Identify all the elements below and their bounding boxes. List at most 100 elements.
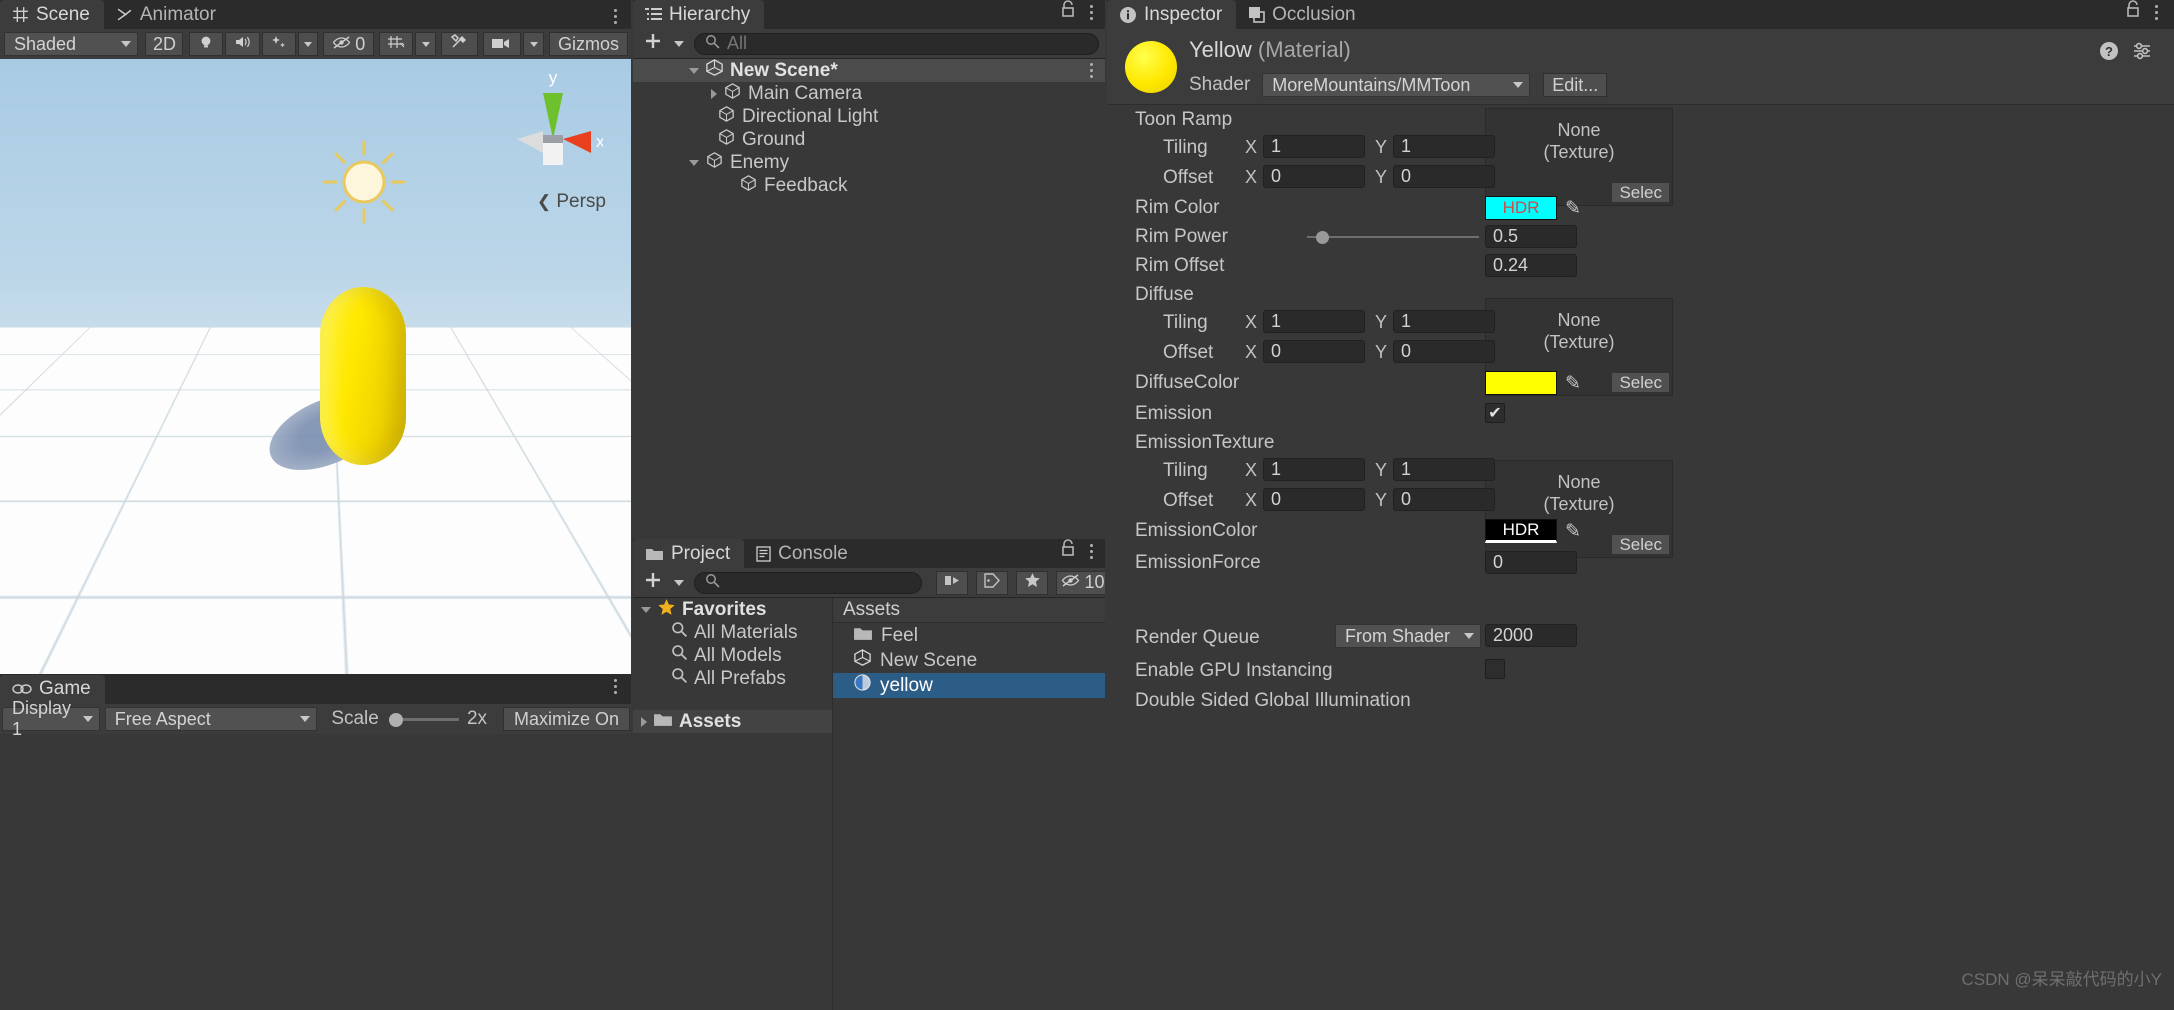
tab-project[interactable]: Project — [633, 539, 745, 568]
shader-edit-button[interactable]: Edit... — [1543, 73, 1608, 97]
emission-tiling-y[interactable]: 1 — [1393, 458, 1495, 481]
project-search-input[interactable] — [694, 571, 922, 594]
lock-icon[interactable] — [1060, 539, 1076, 563]
tab-occlusion[interactable]: Occlusion — [1236, 0, 1370, 29]
rim-power-slider-knob[interactable] — [1316, 231, 1329, 244]
emission-checkbox[interactable]: ✔ — [1485, 403, 1505, 423]
filter-label-button[interactable] — [976, 570, 1008, 595]
tab-hierarchy[interactable]: Hierarchy — [633, 0, 765, 29]
render-queue-mode-dropdown[interactable]: From Shader — [1335, 624, 1481, 648]
project-tree-assets[interactable]: Assets — [633, 710, 832, 733]
scene-orientation-gizmo[interactable]: y x — [503, 67, 605, 177]
hierarchy-search-input[interactable]: All — [694, 32, 1099, 55]
lock-icon[interactable] — [1060, 0, 1076, 24]
help-icon[interactable]: ? — [2099, 41, 2119, 67]
maximize-on-play-button[interactable]: Maximize On — [503, 707, 630, 731]
emission-force-field[interactable]: 0 — [1485, 551, 1577, 574]
tab-scene[interactable]: Scene — [0, 0, 104, 29]
chevron-down-icon — [82, 716, 93, 722]
asset-row-yellow[interactable]: yellow — [833, 673, 1105, 698]
diffuse-offset-x[interactable]: 0 — [1263, 340, 1365, 363]
hierarchy-row-enemy[interactable]: Enemy — [633, 151, 1105, 174]
project-tree-all-models[interactable]: All Models — [633, 644, 832, 667]
create-gameobject-button[interactable] — [639, 30, 688, 58]
lighting-toggle-button[interactable] — [188, 32, 223, 56]
diffuse-offset-y[interactable]: 0 — [1393, 340, 1495, 363]
grid-snap-button[interactable] — [379, 32, 414, 56]
shader-dropdown[interactable]: MoreMountains/MMToon — [1262, 73, 1531, 97]
asset-row-feel[interactable]: Feel — [833, 623, 1105, 648]
eyedropper-icon[interactable]: ✎ — [1565, 520, 1581, 543]
effects-toggle-button[interactable] — [261, 32, 296, 56]
filter-favorites-button[interactable] — [1016, 570, 1048, 595]
tab-inspector[interactable]: Inspector — [1107, 0, 1237, 29]
rim-power-slider-track[interactable] — [1307, 236, 1479, 238]
hierarchy-row-ground[interactable]: Ground — [633, 128, 1105, 151]
scale-slider[interactable] — [388, 707, 459, 731]
rim-color-swatch[interactable]: HDR — [1485, 196, 1557, 220]
project-tree-all-materials[interactable]: All Materials — [633, 621, 832, 644]
directional-light-gizmo[interactable] — [318, 136, 410, 228]
eyedropper-icon[interactable]: ✎ — [1565, 197, 1581, 220]
tab-console[interactable]: Console — [744, 539, 862, 568]
effects-dropdown-button[interactable] — [297, 32, 319, 56]
scene-camera-button[interactable] — [483, 32, 522, 56]
hierarchy-options-menu[interactable] — [1090, 4, 1093, 20]
project-options-menu[interactable] — [1090, 543, 1093, 559]
diffuse-tiling-y[interactable]: 1 — [1393, 310, 1495, 333]
diffuse-color-swatch[interactable] — [1485, 371, 1557, 395]
inspector-options-menu[interactable] — [2155, 4, 2158, 20]
lock-icon[interactable] — [2125, 0, 2141, 24]
hierarchy-row-directional-light[interactable]: Directional Light — [633, 105, 1105, 128]
scene-viewport[interactable]: y x ❮ Persp — [0, 59, 631, 674]
hierarchy-row-feedback[interactable]: Feedback — [633, 174, 1105, 197]
grid-snap-dropdown-button[interactable] — [415, 32, 437, 56]
chevron-down-icon[interactable] — [641, 606, 651, 613]
enemy-capsule-object[interactable] — [320, 287, 406, 465]
emission-tiling-x[interactable]: 1 — [1263, 458, 1365, 481]
chevron-down-icon[interactable] — [689, 159, 699, 166]
project-tree-favorites[interactable]: Favorites — [633, 598, 832, 621]
toon-ramp-offset-y[interactable]: 0 — [1393, 165, 1495, 188]
emission-color-swatch[interactable]: HDR — [1485, 519, 1557, 543]
chevron-right-icon[interactable] — [641, 716, 647, 727]
gpu-instancing-checkbox[interactable] — [1485, 659, 1505, 679]
render-queue-value-field[interactable]: 2000 — [1485, 624, 1577, 647]
hidden-objects-button[interactable]: 0 — [323, 32, 375, 56]
scene-tools-button[interactable] — [441, 32, 479, 56]
chevron-down-icon[interactable] — [689, 67, 699, 74]
asset-row-new-scene[interactable]: New Scene — [833, 648, 1105, 673]
eyedropper-icon[interactable]: ✎ — [1565, 372, 1581, 395]
preset-icon[interactable] — [2132, 41, 2152, 67]
emission-offset-x[interactable]: 0 — [1263, 488, 1365, 511]
diffuse-tiling-x[interactable]: 1 — [1263, 310, 1365, 333]
rim-offset-value-field[interactable]: 0.24 — [1485, 254, 1577, 277]
game-options-menu[interactable] — [614, 679, 617, 694]
shading-mode-dropdown[interactable]: Shaded — [4, 32, 139, 56]
audio-toggle-button[interactable] — [224, 32, 260, 56]
perspective-label-group[interactable]: ❮ Persp — [537, 191, 606, 213]
toggle-2d-button[interactable]: 2D — [145, 32, 184, 56]
hierarchy-row-new-scene[interactable]: New Scene* — [633, 59, 1105, 82]
toon-ramp-tiling-x[interactable]: 1 — [1263, 135, 1365, 158]
toon-ramp-offset-x[interactable]: 0 — [1263, 165, 1365, 188]
project-hidden-button[interactable]: 10 — [1056, 570, 1105, 595]
console-icon — [756, 545, 771, 562]
toon-ramp-tiling-y[interactable]: 1 — [1393, 135, 1495, 158]
chevron-right-icon[interactable] — [711, 88, 717, 99]
scene-camera-dropdown-button[interactable] — [523, 32, 544, 56]
scene-row-menu[interactable] — [1090, 63, 1093, 78]
filter-type-button[interactable] — [936, 570, 968, 595]
scene-options-menu[interactable] — [614, 9, 617, 24]
scale-value: 2x — [466, 708, 488, 729]
tab-animator[interactable]: Animator — [103, 0, 230, 29]
game-icon — [12, 682, 32, 696]
aspect-dropdown[interactable]: Free Aspect — [104, 707, 318, 731]
create-asset-button[interactable] — [639, 569, 688, 597]
hierarchy-row-main-camera[interactable]: Main Camera — [633, 82, 1105, 105]
project-tree-all-prefabs[interactable]: All Prefabs — [633, 667, 832, 690]
emission-offset-y[interactable]: 0 — [1393, 488, 1495, 511]
display-dropdown[interactable]: Display 1 — [2, 698, 100, 739]
rim-power-value-field[interactable]: 0.5 — [1485, 225, 1577, 248]
gizmos-button[interactable]: Gizmos — [548, 32, 628, 56]
